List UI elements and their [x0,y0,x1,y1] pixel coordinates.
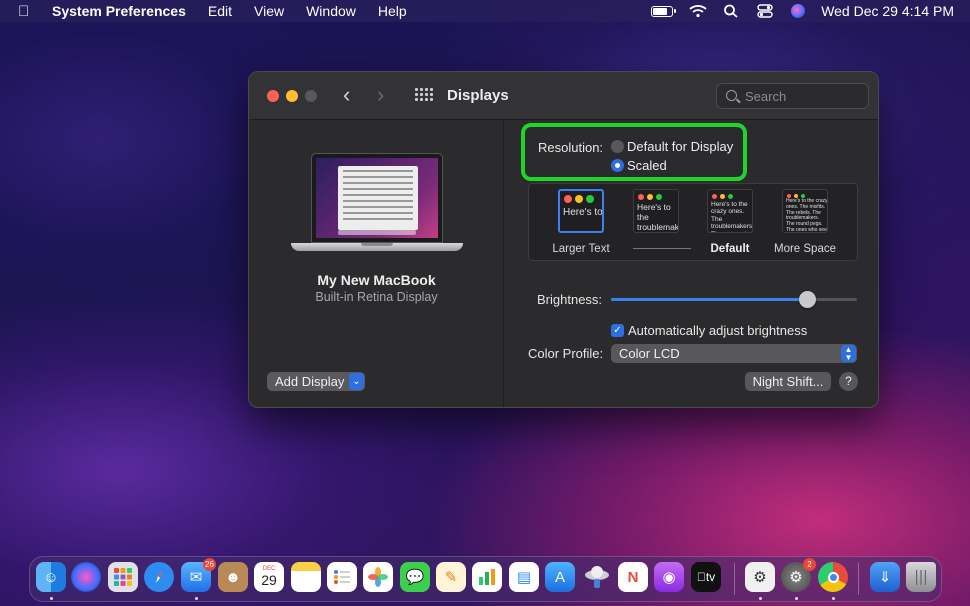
utility-running-indicator [759,597,762,600]
macbook-image [291,153,463,253]
apple-tv-icon[interactable]: tv [691,562,721,592]
contacts-icon[interactable]: ☻ [218,562,248,592]
scale-option-2-indicator [633,248,691,249]
news-icon[interactable]: N [618,562,648,592]
add-display-button[interactable]: Add Display ⌄ [267,372,365,391]
app-store-icon[interactable]: A [545,562,575,592]
color-profile-label: Color Profile: [528,346,604,361]
menu-view[interactable]: View [254,3,284,19]
up-down-arrows-icon: ▲ ▼ [841,345,856,362]
zoom-window-button[interactable] [305,90,317,102]
scale-preview-text: Here's to the troublemakers. The ones wh… [637,202,679,232]
resolution-label: Resolution: [538,140,604,155]
siri-icon[interactable] [71,562,101,592]
window-titlebar: ‹ › Displays [249,72,878,120]
mail-badge: 26 [203,558,216,571]
downloads-folder-icon[interactable]: ⇓ [870,562,900,592]
chrome-icon[interactable] [818,562,848,592]
dock-separator [734,563,735,595]
scale-option-default[interactable]: Here's to the crazy ones. The troublemak… [707,189,753,233]
mail-running-indicator [195,597,198,600]
add-display-label: Add Display [275,374,345,389]
search-input[interactable] [745,88,863,105]
system-preferences-badge: 2 [803,558,816,571]
search-field[interactable] [716,83,869,109]
brightness-slider[interactable] [611,291,857,308]
finder-icon[interactable]: ☺ [36,562,66,592]
display-settings: Resolution: Default for Display Scaled H… [505,120,878,407]
auto-brightness-checkbox[interactable]: ✓ [611,324,624,337]
launchpad-icon[interactable] [108,562,138,592]
sysprefs-running-indicator [795,597,798,600]
calendar-icon[interactable]: DEC 29 [254,562,284,592]
displays-window: ‹ › Displays My New MacBook Built-in Ret… [248,71,879,408]
safari-compass-icon[interactable] [144,562,174,592]
scale-option-2[interactable]: Here's to the troublemakers. The ones wh… [633,189,679,233]
night-shift-button[interactable]: Night Shift... [745,372,831,391]
show-all-grid-icon[interactable] [415,88,433,103]
photos-icon[interactable] [363,562,393,592]
window-title: Displays [447,87,509,104]
radio-default-for-display[interactable] [611,140,624,153]
auto-brightness-label[interactable]: Automatically adjust brightness [628,323,807,338]
scale-preview-text: Here's to the crazy ones. The troublemak… [711,201,753,232]
back-chevron-icon[interactable]: ‹ [343,84,350,106]
numbers-chart-icon[interactable] [472,562,502,592]
reminders-icon[interactable] [327,562,357,592]
close-window-button[interactable] [267,90,279,102]
wifi-icon[interactable] [689,4,707,18]
menu-help[interactable]: Help [378,3,407,19]
scale-label-more-space: More Space [773,243,836,255]
color-profile-value: Color LCD [619,346,680,361]
pages-pen-icon[interactable]: ✎ [436,562,466,592]
search-icon [726,90,737,101]
trash-icon[interactable] [906,562,936,592]
utility-app-icon[interactable]: ⚙ [745,562,775,592]
menubar-status-area: Wed Dec 29 4:14 PM [651,0,954,22]
color-profile-select[interactable]: Color LCD ▲ ▼ [611,344,857,363]
app-helper-icon[interactable] [582,562,612,592]
radio-scaled[interactable] [611,159,624,172]
brightness-label: Brightness: [537,292,603,307]
menu-edit[interactable]: Edit [208,3,232,19]
radio-scaled-label[interactable]: Scaled [627,158,667,173]
menu-bar:  System Preferences Edit View Window He… [0,0,970,22]
siri-icon[interactable] [791,4,806,18]
minimize-window-button[interactable] [286,90,298,102]
scale-option-more-space[interactable]: Here's to the crazy ones. The misfits. T… [782,189,828,233]
display-subtitle: Built-in Retina Display [315,290,438,304]
battery-icon[interactable] [651,5,677,17]
menubar-clock[interactable]: Wed Dec 29 4:14 PM [821,3,954,19]
dock-separator [858,563,859,595]
control-center-icon[interactable] [757,4,775,18]
display-sidebar: My New MacBook Built-in Retina Display A… [249,120,504,407]
display-name: My New MacBook [317,272,436,288]
spotlight-search-icon[interactable] [723,4,741,18]
scale-preview-text: Here's to the troublemakers [563,207,603,218]
forward-chevron-icon[interactable]: › [377,84,384,106]
brightness-slider-knob[interactable] [799,291,816,308]
chevron-down-icon: ⌄ [349,373,364,390]
finder-running-indicator [50,597,53,600]
brightness-slider-fill [611,298,808,301]
messages-icon[interactable]: 💬 [400,562,430,592]
menu-window[interactable]: Window [306,3,356,19]
notes-icon[interactable] [291,562,321,592]
chrome-running-indicator [832,597,835,600]
mail-icon[interactable]: ✉ 26 [181,558,216,592]
scale-option-larger-text[interactable]: Here's to the troublemakers [558,189,604,233]
dock: ☺ ✉26 ☻ DEC 29 💬 ✎ ▤ A N ◉ tv ⚙ ⚙2 ⇓ [29,556,942,602]
calendar-day: 29 [261,572,277,588]
menu-app-name[interactable]: System Preferences [52,3,186,19]
apple-menu-icon[interactable]:  [18,3,34,20]
scale-label-larger-text: Larger Text [552,243,610,255]
keynote-icon[interactable]: ▤ [509,562,539,592]
scaled-resolution-picker: Here's to the troublemakers Larger Text … [528,183,858,261]
radio-default-label[interactable]: Default for Display [627,139,733,154]
scale-preview-text: Here's to the crazy ones. The misfits. T… [786,198,828,233]
system-preferences-gear-icon[interactable]: ⚙ 2 [781,558,816,592]
tv-label: tv [701,570,715,584]
podcasts-icon[interactable]: ◉ [654,562,684,592]
help-button[interactable]: ? [839,372,858,391]
